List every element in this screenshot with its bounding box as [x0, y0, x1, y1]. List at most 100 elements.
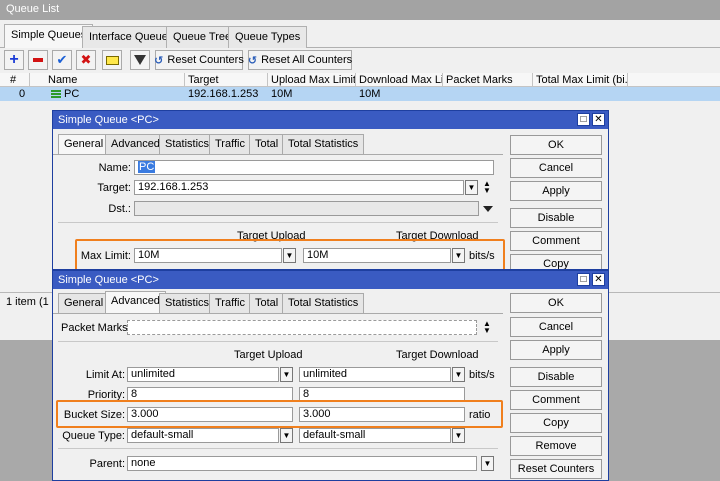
tab-advanced[interactable]: Advanced — [105, 291, 166, 313]
disable-button[interactable]: ✖ — [76, 50, 96, 70]
restore-icon[interactable]: □ — [577, 113, 590, 126]
comment-button[interactable]: Comment — [510, 231, 602, 251]
apply-button[interactable]: Apply — [510, 181, 602, 201]
dst-field[interactable] — [134, 201, 479, 216]
close-icon[interactable]: ✕ — [592, 113, 605, 126]
col-name[interactable]: Name — [45, 73, 185, 87]
row-upload: 10M — [271, 88, 293, 100]
parent-dropdown[interactable]: ▼ — [481, 456, 494, 471]
enable-button[interactable]: ✔ — [52, 50, 72, 70]
tab-general[interactable]: General — [58, 134, 110, 154]
filter-icon — [134, 55, 146, 65]
dialog-title: Simple Queue <PC> — [53, 271, 608, 289]
col-total-max-limit[interactable]: Total Max Limit (bi... — [533, 73, 628, 87]
col-packet-marks[interactable]: Packet Marks — [443, 73, 533, 87]
tab-divider — [53, 154, 503, 155]
name-label: Name: — [98, 162, 131, 174]
disable-button[interactable]: Disable — [510, 208, 602, 228]
target-upload-header: Target Upload — [234, 349, 303, 361]
dialog-title: Simple Queue <PC> — [53, 111, 608, 129]
target-field[interactable]: 192.168.1.253 — [134, 180, 464, 195]
packet-marks-field[interactable] — [127, 320, 477, 335]
row-target: 192.168.1.253 — [188, 88, 259, 100]
target-label: Target: — [97, 182, 131, 194]
separator — [58, 222, 498, 223]
simple-queue-dialog-general: Simple Queue <PC> □ ✕ General Advanced S… — [52, 110, 609, 270]
cancel-button[interactable]: Cancel — [510, 317, 602, 337]
row-number: 0 — [19, 88, 26, 100]
reset-all-counters-button[interactable]: ↺ Reset All Counters — [248, 50, 352, 70]
name-field[interactable]: PC — [134, 160, 494, 175]
reset-all-counters-label: Reset All Counters — [261, 54, 353, 66]
limit-at-upload-dropdown[interactable]: ▼ — [280, 367, 293, 382]
tab-total-statistics[interactable]: Total Statistics — [282, 134, 365, 154]
minus-icon — [33, 58, 43, 62]
tab-statistics[interactable]: Statistics — [159, 134, 216, 154]
dst-dropdown-icon[interactable] — [483, 206, 493, 212]
remove-button[interactable]: Remove — [510, 436, 602, 456]
reset-counters-button[interactable]: Reset Counters — [510, 459, 602, 479]
queue-type-upload-dropdown[interactable]: ▼ — [280, 428, 293, 443]
packet-marks-spinner-icon[interactable]: ▲ ▼ — [482, 320, 492, 335]
limit-at-download-dropdown[interactable]: ▼ — [452, 367, 465, 382]
reset-icon: ↺ — [247, 54, 258, 67]
table-header: # Name Target Upload Max Limit Download … — [0, 73, 720, 87]
tab-total[interactable]: Total — [249, 134, 285, 154]
apply-button[interactable]: Apply — [510, 340, 602, 360]
tab-general[interactable]: General — [58, 293, 110, 313]
limit-at-unit: bits/s — [469, 369, 495, 381]
name-value: PC — [138, 161, 156, 173]
plus-icon: + — [9, 51, 19, 68]
reset-icon: ↺ — [154, 54, 164, 67]
tab-traffic[interactable]: Traffic — [209, 293, 251, 313]
col-upload-max-limit[interactable]: Upload Max Limit — [268, 73, 356, 87]
ok-button[interactable]: OK — [510, 293, 602, 313]
comment-button[interactable] — [102, 50, 122, 70]
dst-label: Dst.: — [108, 203, 131, 215]
parent-field[interactable]: none — [127, 456, 477, 471]
simple-queue-dialog-advanced: Simple Queue <PC> □ ✕ General Advanced S… — [52, 270, 609, 481]
limit-at-upload-field[interactable]: unlimited — [127, 367, 279, 382]
packet-marks-label: Packet Marks: — [61, 322, 131, 334]
queue-type-download-field[interactable]: default-small — [299, 428, 451, 443]
col-number[interactable]: # — [0, 73, 30, 87]
target-dropdown[interactable]: ▼ — [465, 180, 478, 195]
col-target[interactable]: Target — [185, 73, 268, 87]
tab-total-statistics[interactable]: Total Statistics — [282, 293, 365, 313]
highlight-box — [75, 239, 505, 269]
reset-counters-button[interactable]: ↺ Reset Counters — [154, 50, 244, 70]
parent-label: Parent: — [89, 458, 125, 470]
col-download-max-limit[interactable]: Download Max Limit — [356, 73, 443, 87]
tab-advanced[interactable]: Advanced — [105, 134, 166, 154]
tab-simple-queues[interactable]: Simple Queues — [4, 24, 94, 48]
tab-statistics[interactable]: Statistics — [159, 293, 216, 313]
tab-queue-types[interactable]: Queue Types — [228, 26, 308, 48]
copy-button[interactable]: Copy — [510, 413, 602, 433]
add-button[interactable]: + — [4, 50, 24, 70]
table-row[interactable]: 0 PC 192.168.1.253 10M 10M — [0, 87, 720, 101]
tab-traffic[interactable]: Traffic — [209, 134, 251, 154]
close-icon[interactable]: ✕ — [592, 273, 605, 286]
note-icon — [105, 55, 119, 65]
restore-icon[interactable]: □ — [577, 273, 590, 286]
queue-type-download-dropdown[interactable]: ▼ — [452, 428, 465, 443]
queue-type-upload-field[interactable]: default-small — [127, 428, 279, 443]
comment-button[interactable]: Comment — [510, 390, 602, 410]
remove-button[interactable] — [28, 50, 48, 70]
separator — [58, 341, 498, 342]
filter-button[interactable] — [130, 50, 150, 70]
cancel-button[interactable]: Cancel — [510, 158, 602, 178]
queue-icon — [51, 90, 61, 99]
toolbar: + ✔ ✖ ↺ Reset Counters ↺ Reset All Counter… — [0, 50, 720, 72]
limit-at-download-field[interactable]: unlimited — [299, 367, 451, 382]
row-download: 10M — [359, 88, 381, 100]
reset-counters-label: Reset Counters — [167, 54, 244, 66]
x-icon: ✖ — [80, 52, 92, 67]
disable-button[interactable]: Disable — [510, 367, 602, 387]
copy-button[interactable]: Copy — [510, 254, 602, 269]
window-title: Queue List — [0, 0, 720, 20]
check-icon: ✔ — [56, 52, 68, 67]
target-spinner-icon[interactable]: ▲ ▼ — [482, 180, 492, 195]
ok-button[interactable]: OK — [510, 135, 602, 155]
tab-total[interactable]: Total — [249, 293, 285, 313]
